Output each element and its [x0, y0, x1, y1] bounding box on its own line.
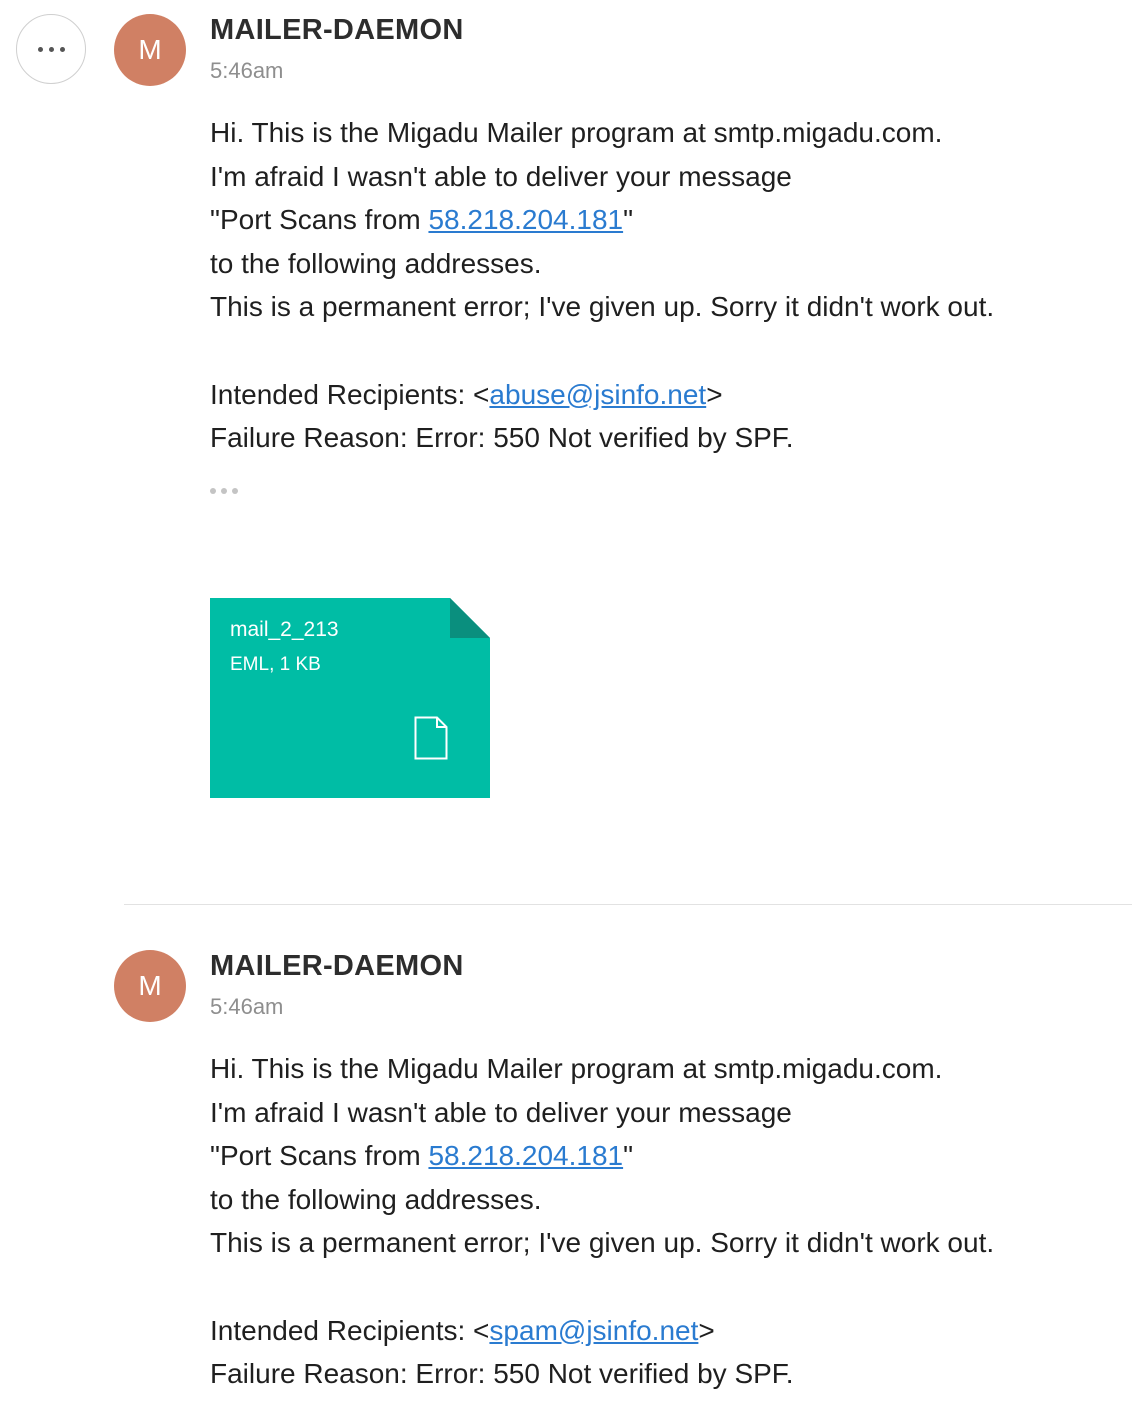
body-line: I'm afraid I wasn't able to deliver your… — [210, 1096, 792, 1128]
ip-address-link[interactable]: 58.218.204.181 — [428, 1140, 623, 1171]
attachment-name: mail_2_213 — [230, 618, 339, 641]
file-icon — [414, 716, 448, 760]
failure-reason: Failure Reason: Error: 550 Not verified … — [210, 422, 794, 454]
more-horizontal-icon — [37, 46, 43, 52]
sender-name[interactable]: MAILER-DAEMON — [210, 14, 464, 47]
body-line: I'm afraid I wasn't able to deliver your… — [210, 160, 792, 192]
body-line-subject: "Port Scans from 58.218.204.181" — [210, 204, 634, 236]
avatar: M — [114, 14, 186, 86]
message-time: 5:46am — [210, 58, 284, 83]
more-options-button[interactable] — [16, 14, 86, 84]
message-time: 5:46am — [210, 994, 284, 1019]
body-line: Hi. This is the Migadu Mailer program at… — [210, 117, 943, 148]
attachment-meta: EML, 1 KB — [230, 654, 321, 675]
ellipsis-icon — [210, 488, 216, 494]
ip-address-link[interactable]: 58.218.204.181 — [428, 204, 623, 235]
body-line: This is a permanent error; I've given up… — [210, 1227, 995, 1259]
email-thread: M MAILER-DAEMON 5:46am Hi. This is the M… — [0, 0, 1132, 1416]
avatar: M — [114, 950, 186, 1022]
intended-recipients: Intended Recipients: <spam@jsinfo.net> — [210, 1314, 715, 1346]
show-trimmed-content-button[interactable] — [210, 480, 246, 502]
failure-reason: Failure Reason: Error: 550 Not verified … — [210, 1358, 794, 1390]
recipient-email-link[interactable]: spam@jsinfo.net — [489, 1315, 698, 1346]
recipient-email-link[interactable]: abuse@jsinfo.net — [489, 379, 706, 410]
message-body: Hi. This is the Migadu Mailer program at… — [210, 1047, 994, 1396]
message-body: Hi. This is the Migadu Mailer program at… — [210, 111, 994, 460]
attachment-card[interactable]: mail_2_213 EML, 1 KB — [210, 598, 490, 798]
body-line: This is a permanent error; I've given up… — [210, 291, 995, 323]
body-line-subject: "Port Scans from 58.218.204.181" — [210, 1140, 634, 1172]
page-fold-corner — [450, 598, 490, 638]
sender-name[interactable]: MAILER-DAEMON — [210, 950, 464, 983]
body-line: Hi. This is the Migadu Mailer program at… — [210, 1053, 943, 1084]
body-line: to the following addresses. — [210, 247, 542, 279]
message-divider — [124, 904, 1132, 905]
body-line: to the following addresses. — [210, 1183, 542, 1215]
intended-recipients: Intended Recipients: <abuse@jsinfo.net> — [210, 378, 723, 410]
